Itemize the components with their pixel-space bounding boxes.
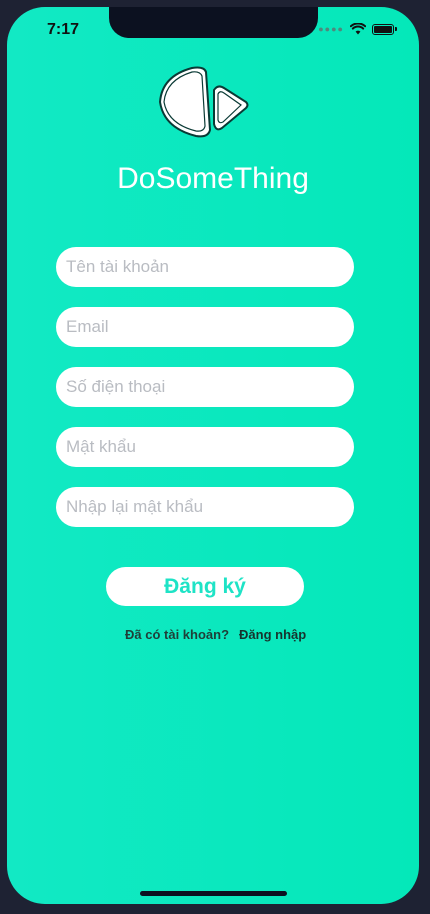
status-time: 7:17 <box>47 21 80 38</box>
home-indicator[interactable] <box>140 891 287 896</box>
battery-icon <box>372 23 394 35</box>
wifi-icon <box>350 23 366 35</box>
phone-screen: 7:17 ●●●● DoSomeThing Đăng ký Đã có tài … <box>7 7 419 904</box>
device-notch <box>109 7 318 38</box>
login-link[interactable]: Đăng nhập <box>239 627 306 642</box>
have-account-text: Đã có tài khoản? <box>125 627 230 642</box>
status-icons: ●●●● <box>318 23 397 35</box>
play-triangles-logo <box>158 66 249 138</box>
email-input[interactable] <box>56 307 354 347</box>
signal-dots-icon: ●●●● <box>318 24 344 34</box>
app-name: DoSomeThing <box>117 162 309 195</box>
username-input[interactable] <box>56 247 354 287</box>
login-prompt: Đã có tài khoản? Đăng nhập <box>125 627 306 642</box>
phone-input[interactable] <box>56 367 354 407</box>
password-input[interactable] <box>56 427 354 467</box>
register-button[interactable]: Đăng ký <box>106 567 304 606</box>
confirm-password-input[interactable] <box>56 487 354 527</box>
battery-tip <box>395 27 397 31</box>
